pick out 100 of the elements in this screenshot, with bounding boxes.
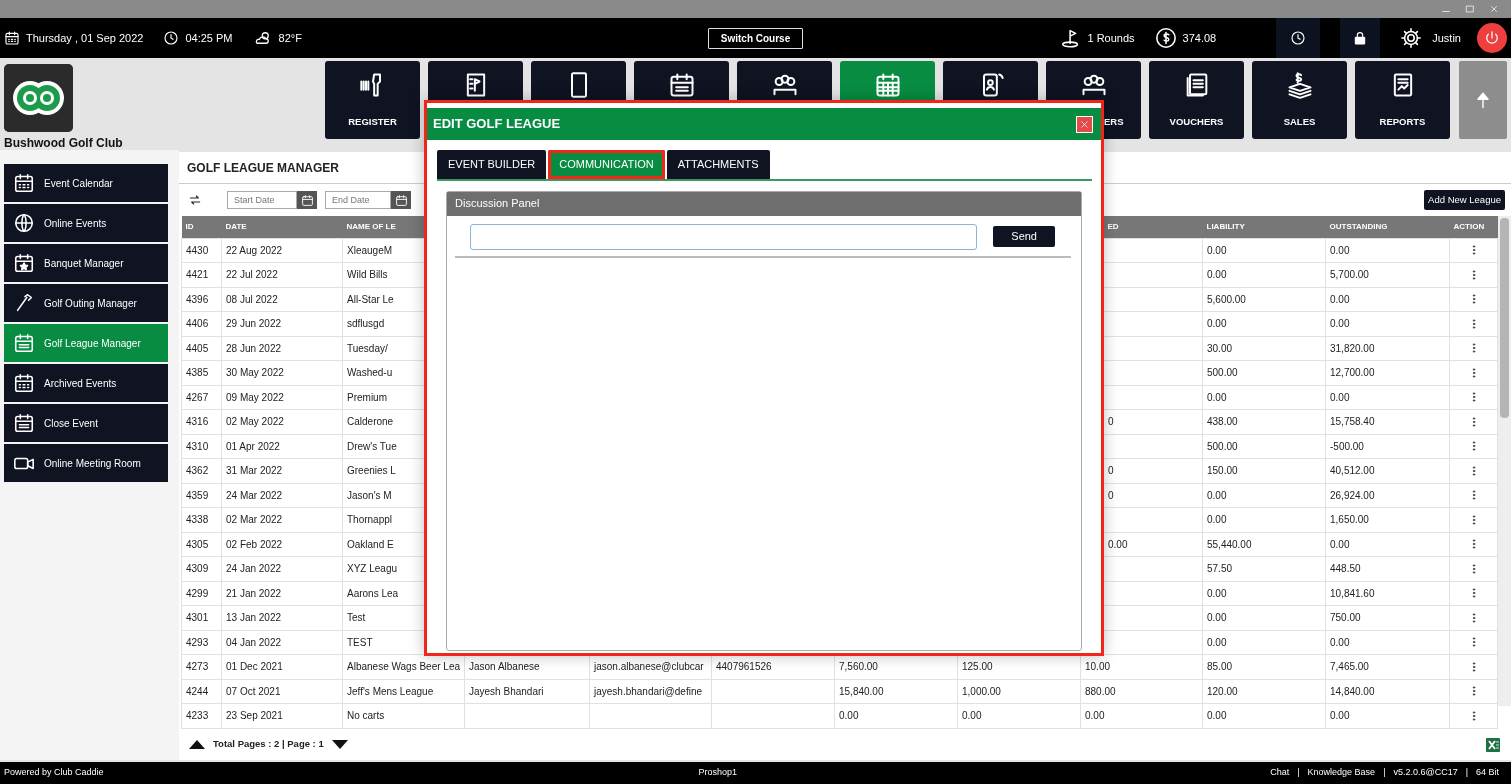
table-cell: 14,840.00 [1325, 679, 1450, 704]
table-cell: 4362 [181, 458, 222, 483]
table-cell: 120.00 [1202, 679, 1326, 704]
architecture-text: 64 Bit [1476, 766, 1499, 780]
balance-text: 374.08 [1182, 30, 1217, 46]
panel-header: Discussion Panel [447, 191, 1081, 216]
column-header: OUTSTANDING [1325, 216, 1450, 238]
table-cell: 02 Feb 2022 [221, 532, 343, 557]
table-cell: Jayesh Bhandari [464, 679, 590, 704]
table-cell: 28 Jun 2022 [221, 336, 343, 361]
table-cell: 30.00 [1202, 336, 1326, 361]
table-cell: 31,820.00 [1325, 336, 1450, 361]
table-cell: 4233 [181, 703, 222, 728]
table-cell: 0.00 [1202, 581, 1326, 606]
table-cell: 12,700.00 [1325, 360, 1450, 385]
table-cell: 01 Dec 2021 [221, 654, 343, 679]
table-cell: 4301 [181, 605, 222, 630]
table-cell: 31 Mar 2022 [221, 458, 343, 483]
table-cell: 0.00 [1325, 630, 1450, 655]
table-cell: 55,440.00 [1202, 532, 1326, 557]
table-cell: 01 Apr 2022 [221, 434, 343, 459]
table-cell: 5,600.00 [1202, 287, 1326, 312]
table-cell: 10,841.60 [1325, 581, 1450, 606]
table-cell: 0.00 [1202, 605, 1326, 630]
table-cell: 0.00 [1202, 311, 1326, 336]
column-header: ID [181, 216, 222, 238]
table-cell: 85.00 [1202, 654, 1326, 679]
table-cell: 15,840.00 [834, 679, 958, 704]
time-text: 04:25 PM [185, 30, 233, 46]
table-cell: 0.00 [1202, 703, 1326, 728]
table-cell: 22 Aug 2022 [221, 238, 343, 263]
column-header: DATE [221, 216, 343, 238]
dialog-title: EDIT GOLF LEAGUE [433, 115, 561, 134]
table-cell: 0.00 [1325, 311, 1450, 336]
table-cell: 5,700.00 [1325, 262, 1450, 287]
table-cell: 880.00 [1080, 679, 1203, 704]
table-cell: 4406 [181, 311, 222, 336]
table-cell: 0.00 [1202, 483, 1326, 508]
table-cell: 24 Mar 2022 [221, 483, 343, 508]
table-cell: 448.50 [1325, 556, 1450, 581]
table-cell: 26,924.00 [1325, 483, 1450, 508]
table-cell: 7,465.00 [1325, 654, 1450, 679]
table-cell: 04 Jan 2022 [221, 630, 343, 655]
table-cell: 24 Jan 2022 [221, 556, 343, 581]
table-cell: 0.00 [1080, 703, 1203, 728]
table-cell: 150.00 [1202, 458, 1326, 483]
table-cell: 0.00 [1202, 262, 1326, 287]
table-cell: 4385 [181, 360, 222, 385]
table-cell: 23 Sep 2021 [221, 703, 343, 728]
table-cell: 15,758.40 [1325, 409, 1450, 434]
table-cell: 08 Jul 2022 [221, 287, 343, 312]
table-cell: 09 May 2022 [221, 385, 343, 410]
table-cell: 750.00 [1325, 605, 1450, 630]
column-header: ACTION [1449, 216, 1498, 238]
version-text: v5.2.0.6@CC17 [1393, 766, 1458, 780]
table-cell: 4396 [181, 287, 222, 312]
table-cell: 0.00 [1325, 532, 1450, 557]
table-cell: 4359 [181, 483, 222, 508]
temperature-text: 82°F [278, 30, 302, 46]
table-cell: 500.00 [1202, 434, 1326, 459]
table-cell: 57.50 [1202, 556, 1326, 581]
table-cell: 1,000.00 [957, 679, 1081, 704]
table-cell: 02 May 2022 [221, 409, 343, 434]
table-cell: 438.00 [1202, 409, 1326, 434]
separator-text: | [1383, 766, 1386, 780]
table-cell: 4316 [181, 409, 222, 434]
table-cell: 13 Jan 2022 [221, 605, 343, 630]
table-cell: 07 Oct 2021 [221, 679, 343, 704]
table-cell: 0.00 [1325, 238, 1450, 263]
table-cell: 4267 [181, 385, 222, 410]
table-cell: 22 Jul 2022 [221, 262, 343, 287]
table-cell: 4299 [181, 581, 222, 606]
table-cell: 30 May 2022 [221, 360, 343, 385]
table-cell: 4293 [181, 630, 222, 655]
table-cell: 0.00 [1325, 287, 1450, 312]
table-cell: 0.00 [957, 703, 1081, 728]
table-cell: 0.00 [1202, 507, 1326, 532]
table-cell: 4338 [181, 507, 222, 532]
table-cell: 0.00 [1202, 630, 1326, 655]
table-cell: 0.00 [1202, 238, 1326, 263]
table-cell: 0.00 [1325, 703, 1450, 728]
table-cell: 4430 [181, 238, 222, 263]
table-cell: 29 Jun 2022 [221, 311, 343, 336]
table-cell: 500.00 [1202, 360, 1326, 385]
table-cell: 1,650.00 [1325, 507, 1450, 532]
table-cell: Jeff's Mens League [342, 679, 465, 704]
user-name: Justin [1432, 30, 1461, 46]
table-cell: 4309 [181, 556, 222, 581]
table-cell: 4405 [181, 336, 222, 361]
station-name: Proshop1 [698, 766, 738, 780]
date-text: Thursday , 01 Sep 2022 [26, 30, 144, 46]
table-cell: jayesh.bhandari@define [589, 679, 712, 704]
pagination-text: Total Pages : 2 | Page : 1 [213, 737, 324, 752]
table-cell: 4244 [181, 679, 222, 704]
powered-by-text: Powered by Club Caddie [4, 766, 104, 780]
table-cell: 0.00 [1202, 385, 1326, 410]
table-cell: 4305 [181, 532, 222, 557]
club-name: Bushwood Golf Club [4, 135, 124, 152]
table-cell: No carts [342, 703, 465, 728]
table-cell: 0.00 [1325, 385, 1450, 410]
